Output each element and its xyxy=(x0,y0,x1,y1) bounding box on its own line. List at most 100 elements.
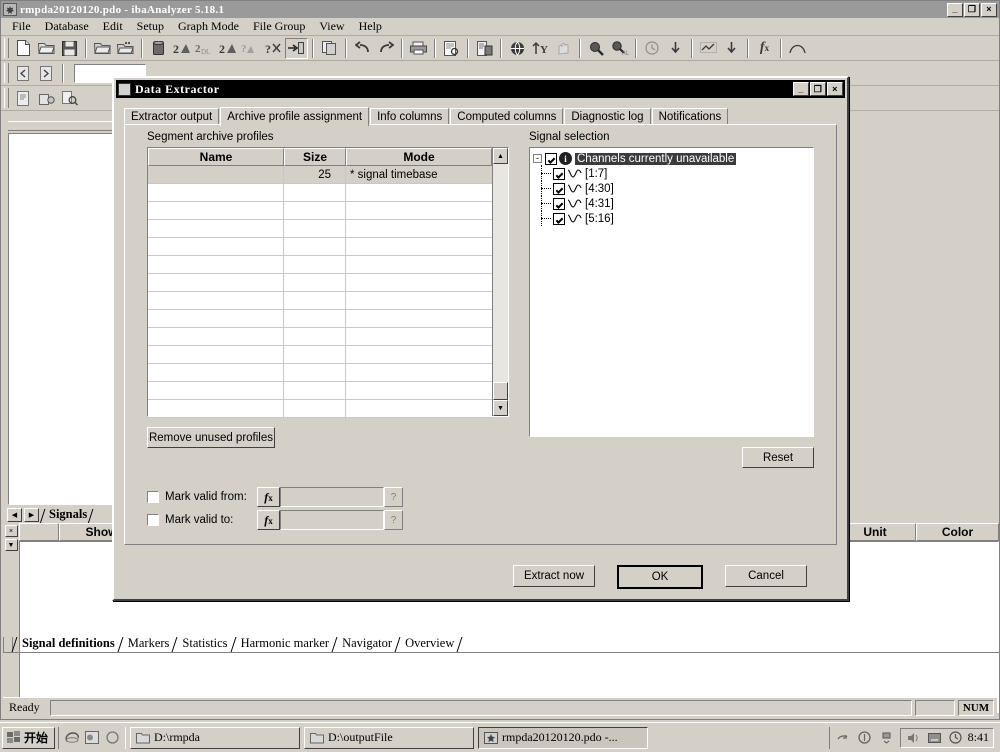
save-icon[interactable] xyxy=(58,38,81,59)
table-row[interactable] xyxy=(148,256,492,274)
signal-selection-tree[interactable]: - i Channels currently unavailable [1:7] xyxy=(529,147,814,437)
export-doc-icon[interactable] xyxy=(12,88,35,109)
zoom-in-icon[interactable] xyxy=(585,38,608,59)
remove-unused-profiles-button[interactable]: Remove unused profiles xyxy=(147,427,275,448)
mark-valid-from-fx-button[interactable]: fx xyxy=(257,487,280,507)
tab-info-columns[interactable]: Info columns xyxy=(370,108,450,125)
pan-hand-icon[interactable] xyxy=(552,38,575,59)
time-down-icon[interactable] xyxy=(664,38,687,59)
collapse-expander-icon[interactable]: - xyxy=(533,154,542,163)
table-row[interactable] xyxy=(148,328,492,346)
report-icon[interactable] xyxy=(473,38,496,59)
table-row[interactable] xyxy=(148,184,492,202)
menu-graph-mode[interactable]: Graph Mode xyxy=(171,18,246,35)
sheet-tab-harmonic-marker[interactable]: Harmonic marker xyxy=(233,636,335,652)
grid-col-rownum[interactable] xyxy=(19,523,59,541)
open-folder-alt-icon[interactable] xyxy=(114,38,137,59)
menu-database[interactable]: Database xyxy=(38,18,96,35)
toolbar-grip[interactable] xyxy=(4,63,9,83)
table-row[interactable] xyxy=(148,274,492,292)
trend-icon[interactable] xyxy=(697,38,720,59)
function-fx-icon[interactable]: fx xyxy=(753,38,776,59)
scroll-down-icon[interactable]: ▼ xyxy=(493,400,508,416)
globe-icon[interactable] xyxy=(506,38,529,59)
reset-button[interactable]: Reset xyxy=(742,447,814,468)
new-file-icon[interactable] xyxy=(12,38,35,59)
query-unknown-icon[interactable]: ? xyxy=(262,38,285,59)
tree-checkbox[interactable] xyxy=(553,182,565,195)
tree-checkbox[interactable] xyxy=(545,152,557,165)
open-folder-icon[interactable] xyxy=(91,38,114,59)
tree-node-root[interactable]: - i Channels currently unavailable xyxy=(533,151,813,166)
task-button-outputfile[interactable]: D:\outputFile xyxy=(304,726,475,749)
ok-button[interactable]: OK xyxy=(617,565,703,589)
profiles-col-mode[interactable]: Mode xyxy=(346,148,492,166)
database-icon[interactable] xyxy=(147,38,170,59)
ie-icon[interactable] xyxy=(63,729,81,747)
task-button-ibaanalyzer[interactable]: rmpda20120120.pdo -... xyxy=(478,726,649,749)
tree-checkbox[interactable] xyxy=(553,197,565,210)
graph-pane[interactable] xyxy=(8,133,114,505)
graph-hscrollbar[interactable]: ◀ ▶ Signals xyxy=(7,507,117,524)
sheet-tab-statistics[interactable]: Statistics xyxy=(174,636,232,652)
grid-scroll-down-icon[interactable]: ▼ xyxy=(4,539,18,551)
menu-edit[interactable]: Edit xyxy=(96,18,130,35)
sheet-tab-navigator[interactable]: Navigator xyxy=(334,636,397,652)
scroll-track[interactable] xyxy=(493,164,508,382)
start-button[interactable]: 开始 xyxy=(2,726,56,749)
extract-now-button[interactable]: Extract now xyxy=(513,565,595,587)
tray-pointer-icon[interactable] xyxy=(834,729,852,747)
tray-network-icon[interactable] xyxy=(878,729,896,747)
trend-down-icon[interactable] xyxy=(720,38,743,59)
tree-node-child[interactable]: [4:31] xyxy=(533,195,813,211)
restore-icon[interactable]: ❐ xyxy=(964,2,980,17)
dialog-close-icon[interactable]: × xyxy=(827,82,843,96)
tree-node-child[interactable]: [4:30] xyxy=(533,180,813,196)
table-row[interactable] xyxy=(148,292,492,310)
grid-close-icon[interactable]: × xyxy=(4,525,18,537)
table-row[interactable] xyxy=(148,364,492,382)
profiles-col-size[interactable]: Size xyxy=(284,148,346,166)
mark-valid-from-help-icon[interactable]: ? xyxy=(384,487,403,507)
sheet-tab-signal-definitions[interactable]: Signal definitions xyxy=(14,636,120,652)
tree-checkbox[interactable] xyxy=(553,167,565,180)
tab-notifications[interactable]: Notifications xyxy=(651,108,729,125)
sheet-tab-overview[interactable]: Overview xyxy=(397,636,459,652)
open-file-icon[interactable] xyxy=(35,38,58,59)
redo-icon[interactable] xyxy=(374,38,397,59)
copy-icon[interactable] xyxy=(318,38,341,59)
mark-valid-from-input[interactable] xyxy=(280,487,384,507)
curve-icon[interactable] xyxy=(786,38,809,59)
table-row[interactable] xyxy=(148,346,492,364)
toolbar-grip[interactable] xyxy=(4,38,9,58)
undo-icon[interactable] xyxy=(351,38,374,59)
axis-y-icon[interactable]: Y xyxy=(529,38,552,59)
extract-data-icon[interactable] xyxy=(285,37,308,59)
tab-computed-columns[interactable]: Computed columns xyxy=(450,108,564,125)
mark-valid-to-input[interactable] xyxy=(280,510,384,530)
tree-checkbox[interactable] xyxy=(553,212,565,225)
mark-valid-to-fx-button[interactable]: fx xyxy=(257,510,280,530)
search-doc-icon[interactable] xyxy=(58,88,81,109)
segment-archive-profiles-table[interactable]: Name Size Mode 25 * signal timebase ▲ ▼ xyxy=(147,147,509,418)
toolbar-grip[interactable] xyxy=(4,88,9,108)
menu-view[interactable]: View xyxy=(312,18,351,35)
mark-valid-from-checkbox[interactable] xyxy=(147,491,159,503)
minimize-icon[interactable]: _ xyxy=(947,2,963,17)
table-row[interactable] xyxy=(148,400,492,418)
query-sql-icon[interactable]: 2 DL xyxy=(193,38,216,59)
page-right-icon[interactable] xyxy=(35,63,58,84)
tray-clock-icon[interactable] xyxy=(947,729,965,747)
tray-ime-icon[interactable] xyxy=(926,729,944,747)
page-left-icon[interactable] xyxy=(12,63,35,84)
outlook-icon[interactable] xyxy=(83,729,101,747)
tab-extractor-output[interactable]: Extractor output xyxy=(124,108,220,125)
mark-valid-to-checkbox[interactable] xyxy=(147,514,159,526)
profiles-vscrollbar[interactable]: ▲ ▼ xyxy=(492,148,508,416)
menu-help[interactable]: Help xyxy=(352,18,389,35)
query-2b-icon[interactable]: 2 xyxy=(216,38,239,59)
show-desktop-icon[interactable] xyxy=(103,729,121,747)
grid-col-color[interactable]: Color xyxy=(916,523,999,541)
scroll-right-icon[interactable]: ▶ xyxy=(24,507,39,522)
table-row[interactable]: 25 * signal timebase xyxy=(148,166,492,184)
